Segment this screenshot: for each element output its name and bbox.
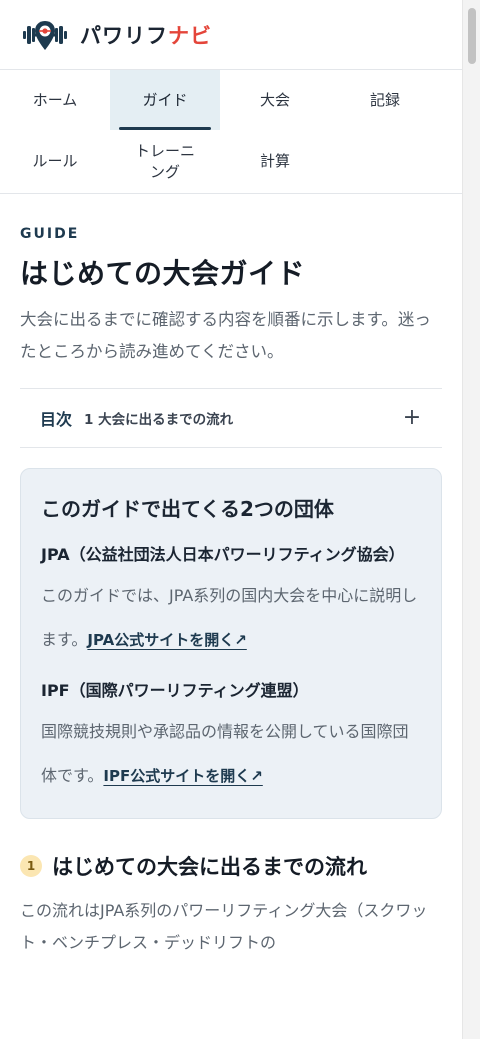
page-lead: 大会に出るまでに確認する内容を順番に示します。迷ったところから読み進めてください… [20,310,431,361]
section-1-body: この流れはJPA系列のパワーリフティング大会（スクワット・ベンチプレス・デッドリ… [20,901,428,952]
organizations-card-title: このガイドで出てくる2つの団体 [41,497,334,521]
jpa-site-link[interactable]: JPA公式サイトを開く↗ [87,631,246,649]
scrollbar-thumb[interactable] [468,8,476,64]
barbell-map-pin-icon[interactable] [22,17,68,53]
nav-tab-guide[interactable]: ガイド [110,70,220,130]
section-1-heading: 1 はじめての大会に出るまでの流れ [20,851,442,881]
brand-accent: ナビ [168,23,212,48]
org-block-ipf: IPF（国際パワーリフティング連盟） 国際競技規則や承認品の情報を公開している国… [41,676,421,798]
plus-icon[interactable]: + [402,407,422,429]
page: パワリフナビ ホーム ガイド 大会 記録 ルール トレーニング 計算 GUIDE… [0,0,480,1039]
step-number-badge: 1 [20,855,42,877]
nav-tab-rules[interactable]: ルール [0,131,110,193]
org-name-jpa: JPA（公益社団法人日本パワーリフティング協会） [41,545,405,564]
brand-name[interactable]: パワリフナビ [80,20,212,50]
main-nav: ホーム ガイド 大会 記録 ルール トレーニング 計算 [0,70,462,194]
toc-current-section: 1 大会に出るまでの流れ [84,412,234,428]
nav-tab-calculator[interactable]: 計算 [220,131,330,193]
section-eyebrow: GUIDE [20,226,80,242]
organizations-card: このガイドで出てくる2つの団体 JPA（公益社団法人日本パワーリフティング協会）… [20,468,442,819]
org-desc-jpa: このガイドでは、JPA系列の国内大会を中心に説明します。JPA公式サイトを開く↗ [41,574,421,662]
site-header: パワリフナビ [0,0,462,70]
main-content: GUIDE はじめての大会ガイド 大会に出るまでに確認する内容を順番に示します。… [0,226,462,959]
ipf-site-link[interactable]: IPF公式サイトを開く↗ [103,767,262,785]
brand-main: パワリフ [80,23,168,48]
nav-tab-competitions[interactable]: 大会 [220,70,330,130]
nav-tab-records[interactable]: 記録 [330,70,440,130]
table-of-contents-toggle[interactable]: 目次 1 大会に出るまでの流れ + [20,388,442,448]
vertical-scrollbar[interactable] [462,0,480,1039]
nav-tab-home[interactable]: ホーム [0,70,110,130]
toc-label: 目次 [40,410,73,429]
page-title: はじめての大会ガイド [20,257,306,290]
org-desc-ipf: 国際競技規則や承認品の情報を公開している国際団体です。IPF公式サイトを開く↗ [41,710,421,798]
page-content: パワリフナビ ホーム ガイド 大会 記録 ルール トレーニング 計算 GUIDE… [0,0,462,959]
section-1-title: はじめての大会に出るまでの流れ [52,855,367,879]
nav-tab-training[interactable]: トレーニング [110,131,220,193]
org-block-jpa: JPA（公益社団法人日本パワーリフティング協会） このガイドでは、JPA系列の国… [41,540,421,662]
org-name-ipf: IPF（国際パワーリフティング連盟） [41,681,309,700]
